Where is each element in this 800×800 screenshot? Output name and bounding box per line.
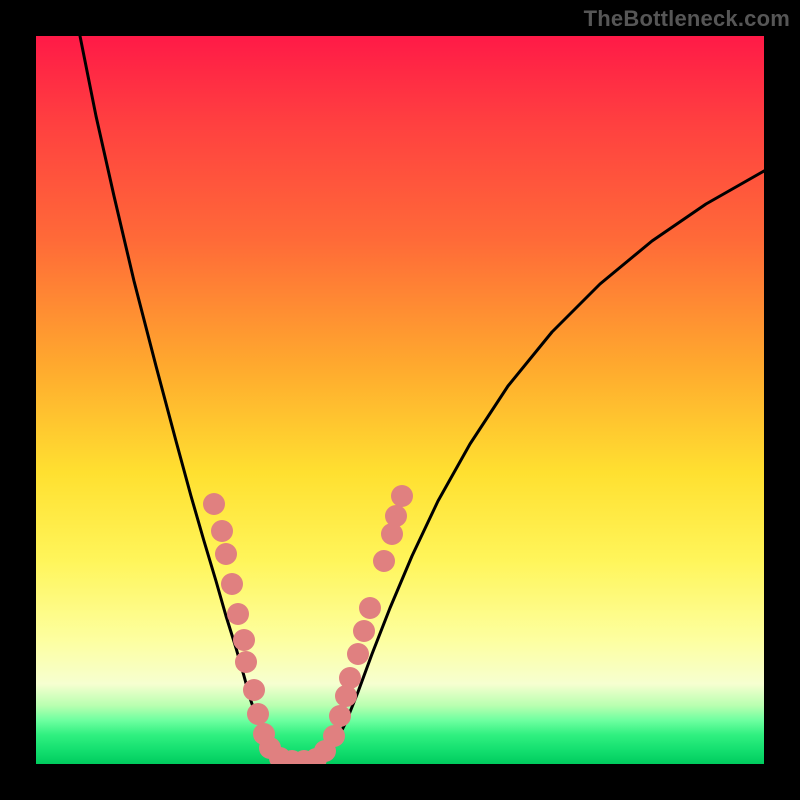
highlight-dot: [385, 505, 407, 527]
highlight-dot: [329, 705, 351, 727]
highlight-markers: [203, 485, 413, 764]
chart-overlay: [36, 36, 764, 764]
highlight-dot: [247, 703, 269, 725]
highlight-dot: [221, 573, 243, 595]
highlight-dot: [347, 643, 369, 665]
highlight-dot: [359, 597, 381, 619]
highlight-dot: [373, 550, 395, 572]
attribution-text: TheBottleneck.com: [584, 6, 790, 32]
highlight-dot: [233, 629, 255, 651]
highlight-dot: [203, 493, 225, 515]
highlight-dot: [339, 667, 361, 689]
plot-gradient-background: [36, 36, 764, 764]
highlight-dot: [353, 620, 375, 642]
highlight-dot: [227, 603, 249, 625]
curve-path: [80, 36, 764, 763]
highlight-dot: [211, 520, 233, 542]
highlight-dot: [215, 543, 237, 565]
highlight-dot: [235, 651, 257, 673]
bottleneck-curve: [80, 36, 764, 763]
highlight-dot: [243, 679, 265, 701]
highlight-dot: [391, 485, 413, 507]
chart-frame: TheBottleneck.com: [0, 0, 800, 800]
highlight-dot: [323, 725, 345, 747]
